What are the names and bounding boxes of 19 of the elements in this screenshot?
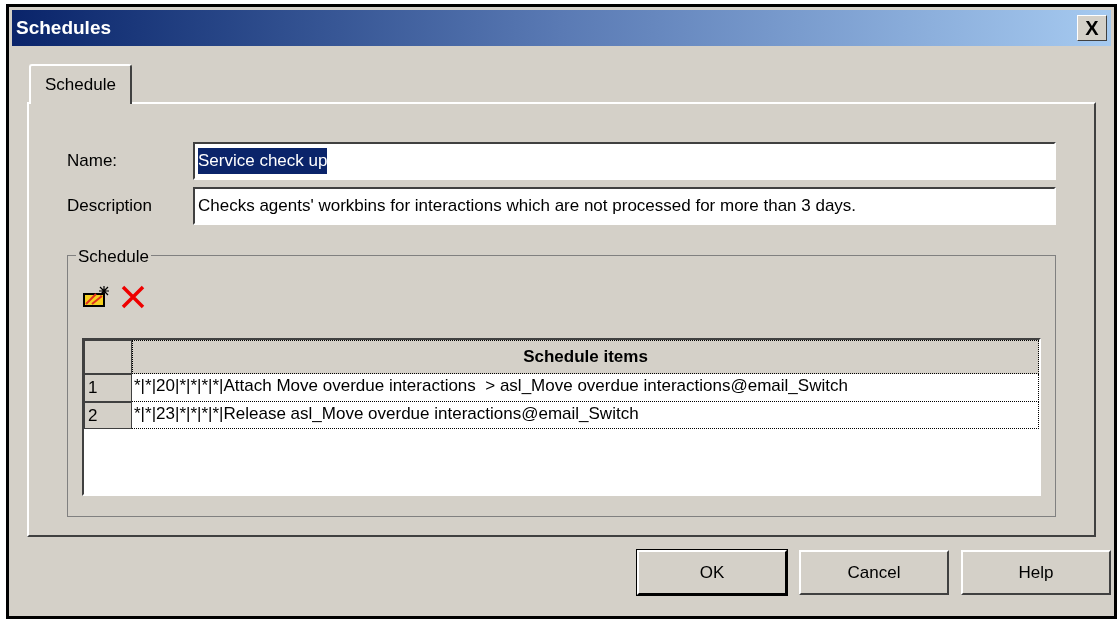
delete-icon[interactable]: [120, 284, 146, 310]
field-label: Description: [67, 195, 154, 218]
tab[interactable]: Schedule: [29, 64, 132, 104]
row-header: 2: [84, 401, 132, 429]
dialog-button[interactable]: OK: [637, 550, 787, 595]
column-header[interactable]: Schedule items: [132, 340, 1039, 374]
row-header: 1: [84, 374, 132, 402]
window-title: Schedules: [16, 15, 112, 40]
field-value: Service check up: [198, 148, 328, 174]
dialog-button[interactable]: Cancel: [799, 550, 949, 595]
close-button[interactable]: X: [1077, 15, 1107, 41]
table-cell: *|*|20|*|*|*|*|Attach Move overdue interactions > asl_Move overdue interactions@email_Switch: [132, 374, 1039, 402]
table-cell: *|*|23|*|*|*|*|Release asl_Move overdue interactions@email_Switch: [132, 401, 1039, 429]
field-value: Checks agents' workbins for interactions which are not processed for more than 3 days.: [198, 195, 857, 218]
dialog-button[interactable]: Help: [961, 550, 1111, 595]
text-field[interactable]: Checks agents' workbins for interactions which are not processed for more than 3 days.: [193, 187, 1056, 225]
text-field[interactable]: Service check up: [193, 142, 1056, 180]
field-label: Name:: [67, 150, 119, 173]
new-item-icon[interactable]: [82, 284, 112, 310]
